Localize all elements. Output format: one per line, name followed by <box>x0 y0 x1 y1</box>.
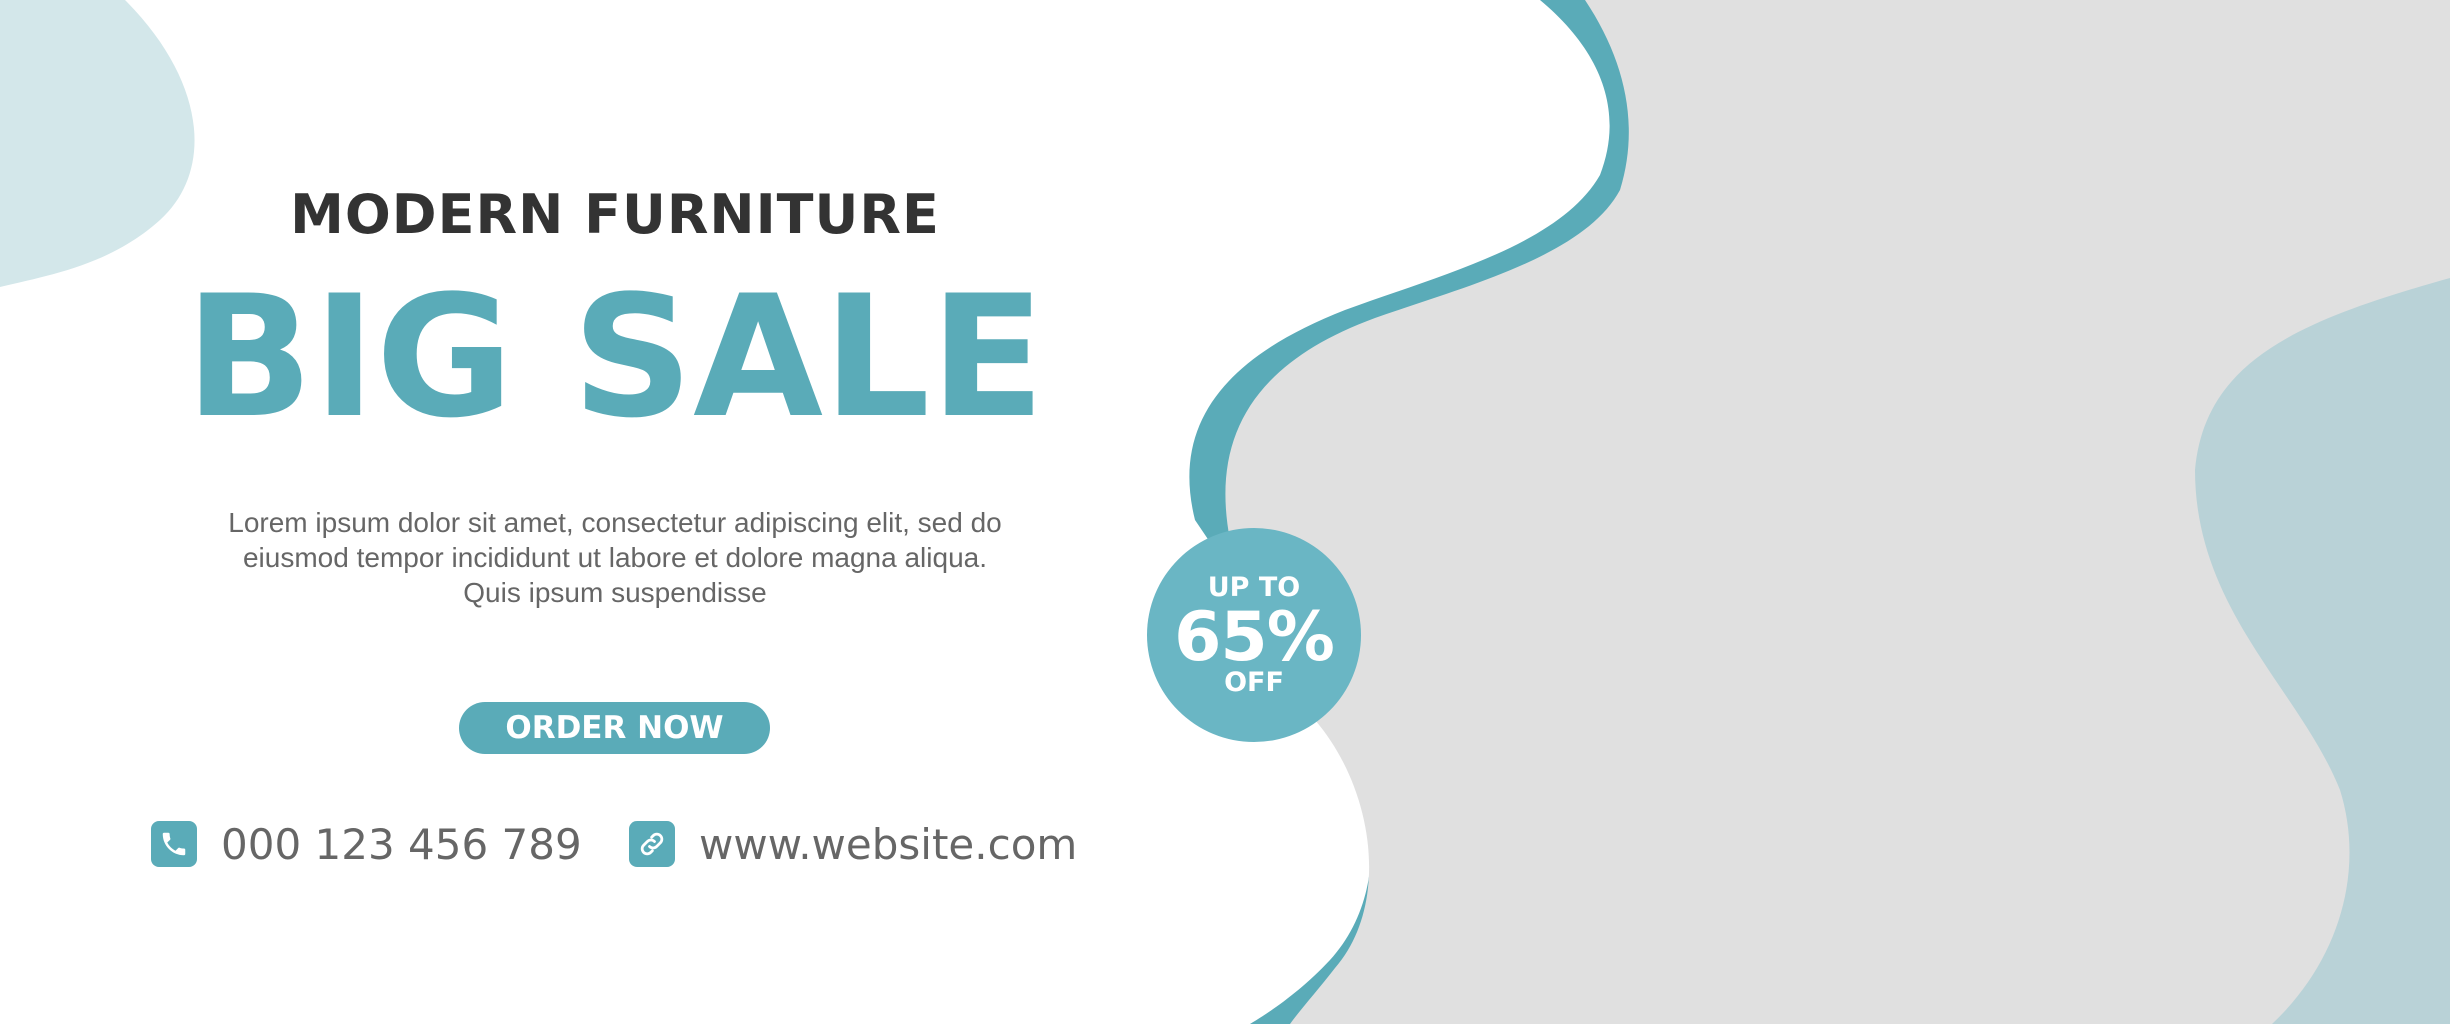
link-icon <box>629 821 675 867</box>
sale-banner: MODERN FURNITURE BIG SALE Lorem ipsum do… <box>0 0 2450 1024</box>
badge-discount-value: 65% <box>1174 598 1335 677</box>
order-now-button[interactable]: ORDER NOW <box>459 702 770 754</box>
description-line: Lorem ipsum dolor sit amet, consectetur … <box>228 507 1002 538</box>
discount-badge: UP TO 65% OFF <box>1147 528 1361 742</box>
badge-bottom-text: OFF <box>1224 667 1284 698</box>
website-url[interactable]: www.website.com <box>699 820 1077 869</box>
description-line: eiusmod tempor incididunt ut labore et d… <box>242 542 987 573</box>
banner-headline: BIG SALE <box>185 259 1045 455</box>
phone-contact[interactable]: 000 123 456 789 <box>151 819 582 869</box>
phone-number: 000 123 456 789 <box>221 819 582 869</box>
description-line: Quis ipsum suspendisse <box>463 577 767 608</box>
website-contact[interactable]: www.website.com <box>629 820 1077 869</box>
banner-subtitle: MODERN FURNITURE <box>290 183 940 246</box>
phone-icon <box>151 821 197 867</box>
banner-description: Lorem ipsum dolor sit amet, consectetur … <box>175 505 1055 610</box>
